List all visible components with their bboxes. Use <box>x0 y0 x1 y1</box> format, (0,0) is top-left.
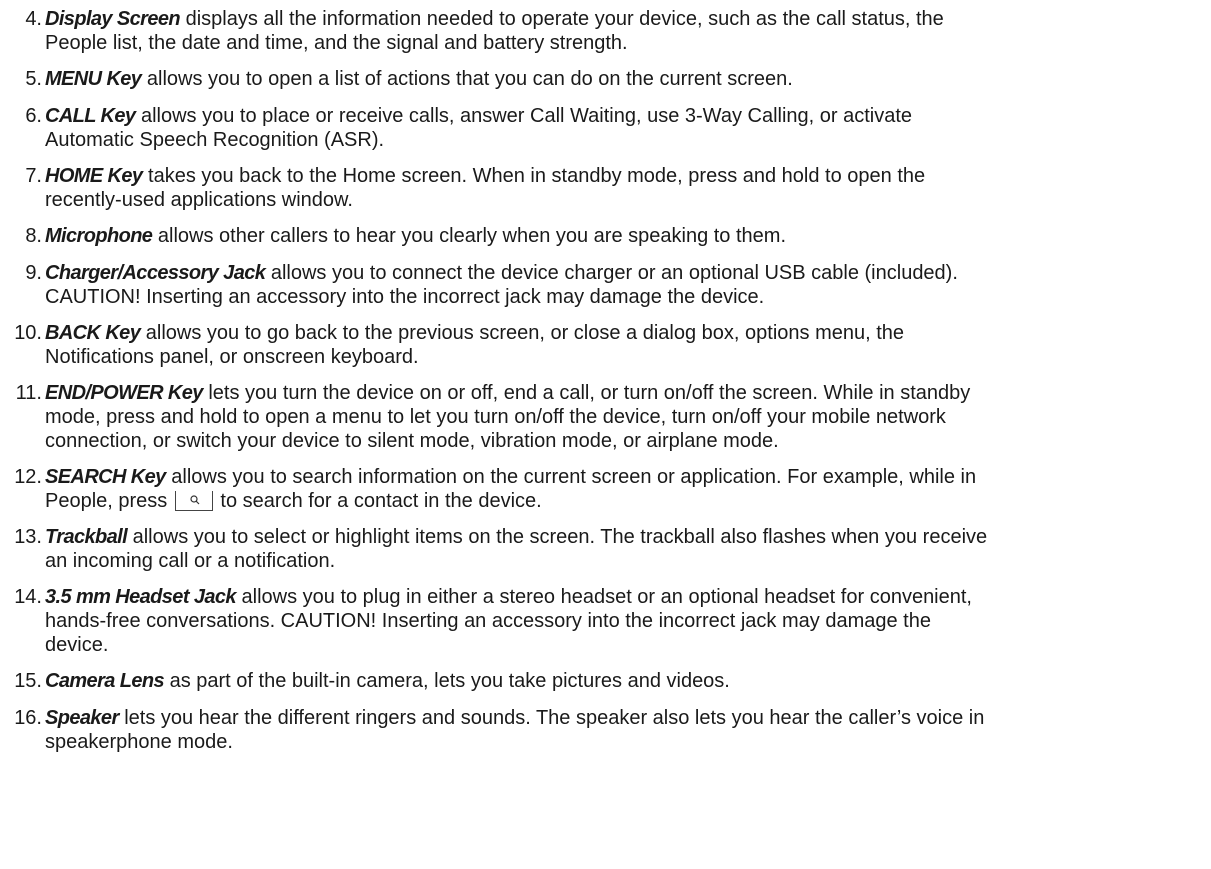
item-number: 9. <box>25 262 42 284</box>
search-key-icon <box>174 490 213 511</box>
item-text: allows you to search information on the … <box>165 466 977 488</box>
item-number: 15. <box>14 670 42 692</box>
item-text: allows you to place or receive calls, an… <box>135 105 913 127</box>
item-number: 13. <box>14 526 42 548</box>
item-text: lets you turn the device on or off, end … <box>202 382 971 404</box>
search-icon <box>190 495 200 505</box>
item-text: allows you to select or highlight items … <box>127 526 988 548</box>
item-text: to search for a contact in the device. <box>220 490 542 512</box>
item-term: Camera Lens <box>45 670 165 692</box>
item-text: Notifications panel, or onscreen keyboar… <box>45 346 419 368</box>
item-text: takes you back to the Home screen. When … <box>142 165 926 187</box>
item-text: an incoming call or a notification. <box>45 550 336 572</box>
item-text: as part of the built-in camera, lets you… <box>164 670 730 692</box>
item-text: allows you to plug in either a stereo he… <box>235 586 973 608</box>
item-term: Charger/Accessory Jack <box>45 262 266 284</box>
item-text: allows you to open a list of actions tha… <box>141 68 793 90</box>
item-number: 12. <box>14 466 42 488</box>
item-term: CALL Key <box>45 105 136 127</box>
item-text: People, press <box>45 490 168 512</box>
item-text: allows other callers to hear you clearly… <box>152 225 787 247</box>
item-term: Display Screen <box>45 8 181 30</box>
item-number: 5. <box>25 68 42 90</box>
item-text: lets you hear the different ringers and … <box>118 707 985 729</box>
item-text: speakerphone mode. <box>45 731 233 753</box>
item-number: 4. <box>25 8 42 30</box>
item-term: 3.5 mm Headset Jack <box>45 586 237 608</box>
item-text: recently-used applications window. <box>45 189 353 211</box>
item-term: Speaker <box>45 707 119 729</box>
item-text: People list, the date and time, and the … <box>45 32 628 54</box>
item-number: 8. <box>25 225 42 247</box>
item-text: device. <box>45 634 109 656</box>
item-number: 11. <box>15 382 42 404</box>
item-text: connection, or switch your device to sil… <box>45 430 779 452</box>
item-term: END/POWER Key <box>45 382 203 404</box>
feature-list: 4. Display Screen displays all the infor… <box>0 0 1211 869</box>
item-term: Trackball <box>45 526 128 548</box>
item-number: 14. <box>14 586 42 608</box>
item-text: CAUTION! Inserting an accessory into the… <box>45 286 765 308</box>
item-term: Microphone <box>45 225 153 247</box>
item-text: allows you to go back to the previous sc… <box>140 322 905 344</box>
item-term: SEARCH Key <box>45 466 166 488</box>
item-text: hands-free conversations. CAUTION! Inser… <box>45 610 931 632</box>
item-text: mode, press and hold to open a menu to l… <box>45 406 946 428</box>
item-term: MENU Key <box>45 68 142 90</box>
item-text: allows you to connect the device charger… <box>265 262 958 284</box>
item-number: 6. <box>25 105 42 127</box>
item-number: 7. <box>25 165 42 187</box>
item-term: BACK Key <box>45 322 141 344</box>
item-text: Automatic Speech Recognition (ASR). <box>45 129 385 151</box>
item-text: displays all the information needed to o… <box>180 8 944 30</box>
item-number: 10. <box>14 322 42 344</box>
item-term: HOME Key <box>45 165 143 187</box>
item-number: 16. <box>14 707 42 729</box>
